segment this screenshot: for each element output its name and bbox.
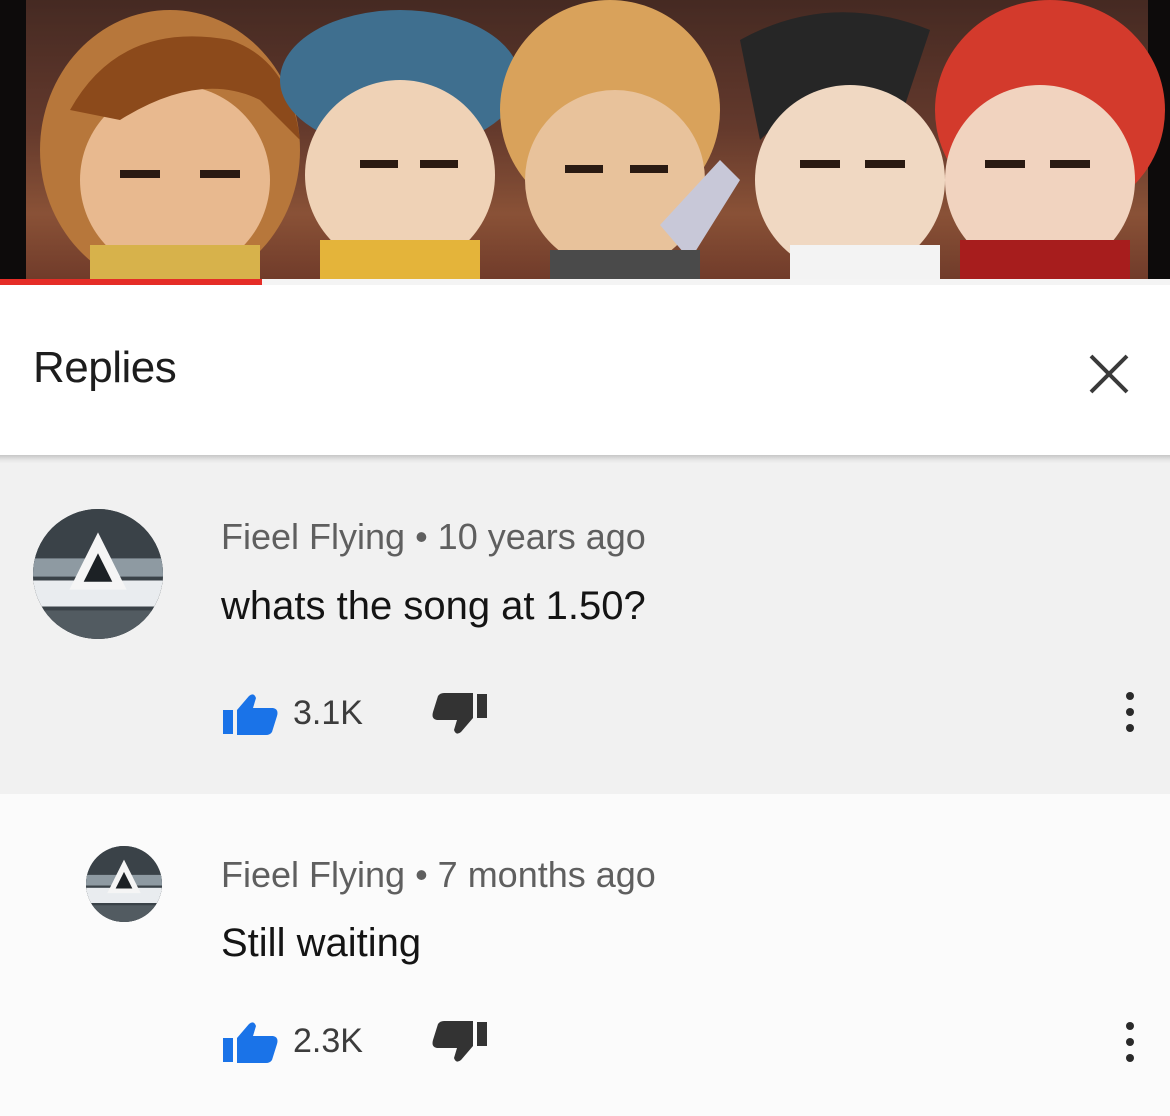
close-icon [1089,354,1129,394]
comment-meta: Fieel Flying • 7 months ago [221,854,656,896]
header-divider [0,455,1170,464]
more-options-button[interactable] [1110,1012,1150,1072]
replies-title: Replies [33,343,177,392]
video-thumbnail[interactable] [0,0,1170,285]
comment-meta: Fieel Flying • 10 years ago [221,516,646,558]
more-vert-icon [1126,708,1134,716]
more-options-button[interactable] [1110,682,1150,742]
thumbs-down-icon [432,1021,487,1062]
comment-text: Still waiting [221,921,422,965]
thumbs-down-icon [432,693,487,734]
dislike-button[interactable] [429,1020,489,1064]
like-count: 3.1K [293,694,363,732]
more-vert-icon [1126,1022,1134,1030]
like-button[interactable] [221,1020,281,1064]
more-vert-icon [1126,1038,1134,1046]
replies-header: Replies [0,285,1170,457]
dislike-button[interactable] [429,692,489,736]
meta-separator: • [415,854,428,895]
meta-separator: • [415,516,428,557]
comment-author[interactable]: Fieel Flying [221,854,405,895]
like-count: 2.3K [293,1022,363,1060]
comment-time[interactable]: 7 months ago [438,854,656,895]
more-vert-icon [1126,1054,1134,1062]
reply-item: Fieel Flying • 7 months ago Still waiting … [0,794,1170,1116]
avatar[interactable] [86,846,162,922]
thumbs-up-icon [223,694,278,735]
avatar-triangle-icon [86,846,162,922]
like-button[interactable] [221,692,281,736]
avatar[interactable] [33,509,163,639]
comment-author[interactable]: Fieel Flying [221,516,405,557]
more-vert-icon [1126,724,1134,732]
close-button[interactable] [1082,347,1136,401]
thumbs-up-icon [223,1022,278,1063]
comment-item: Fieel Flying • 10 years ago whats the song… [0,464,1170,794]
video-artwork [26,0,1165,285]
comment-time[interactable]: 10 years ago [438,516,646,557]
comment-text: whats the song at 1.50? [221,584,646,628]
avatar-triangle-icon [33,509,163,639]
more-vert-icon [1126,692,1134,700]
